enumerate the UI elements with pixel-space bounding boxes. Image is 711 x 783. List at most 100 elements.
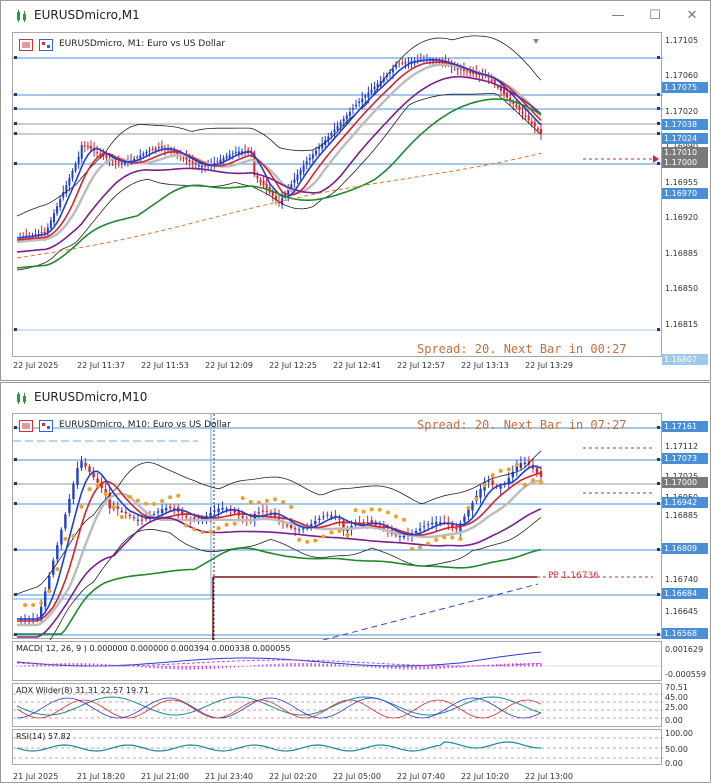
m1-candle <box>536 128 539 130</box>
chart-properties-icon[interactable] <box>19 420 33 432</box>
time-axis-label: 22 Jul 05:00 <box>333 772 381 781</box>
level-handle[interactable] <box>657 93 660 96</box>
m1-candle <box>265 183 268 189</box>
level-handle[interactable] <box>657 458 660 461</box>
level-handle[interactable] <box>657 502 660 505</box>
window-titlebar[interactable]: EURUSDmicro,M1 — ☐ ✕ <box>1 1 710 31</box>
price-level-tag[interactable]: 1.17000 <box>662 477 708 488</box>
parabolic-sar-dot <box>426 541 431 546</box>
level-handle[interactable] <box>14 426 17 429</box>
chart-candles-icon <box>17 392 26 404</box>
adx-label: ADX Wilder(8) 31.31 22.57 19.71 <box>16 686 149 695</box>
level-handle[interactable] <box>14 458 17 461</box>
chart-properties-icon[interactable] <box>19 39 33 51</box>
minimize-button[interactable]: — <box>607 6 629 26</box>
level-handle[interactable] <box>14 122 17 125</box>
price-chart-m10[interactable]: EURUSDmicro, M10: Euro vs US Dollar Spre… <box>12 413 663 640</box>
macd-histogram-bar <box>153 666 155 669</box>
level-handle[interactable] <box>14 93 17 96</box>
level-handle[interactable] <box>657 132 660 135</box>
parabolic-sar-dot <box>345 532 350 537</box>
price-level-tag[interactable]: 1.17161 <box>662 421 708 432</box>
indicator-scale-label: 0.00 <box>665 716 683 725</box>
parabolic-sar-dot <box>103 492 108 496</box>
level-handle[interactable] <box>14 162 17 165</box>
level-handle[interactable] <box>14 502 17 505</box>
m1-candle <box>89 146 92 149</box>
indicator-scale-label: 0.001629 <box>665 645 704 654</box>
parabolic-sar-dot <box>47 589 52 594</box>
price-chart-m1[interactable]: EURUSDmicro, M1: Euro vs US Dollar Sprea… <box>12 32 663 357</box>
price-level-tag[interactable]: 1.16684 <box>662 588 708 599</box>
level-handle[interactable] <box>657 56 660 59</box>
trend-line <box>322 583 539 640</box>
price-level-tag[interactable]: 1.16809 <box>662 543 708 554</box>
level-handle[interactable] <box>657 328 660 331</box>
maximize-button[interactable]: ☐ <box>644 6 666 26</box>
time-axis-label: 22 Jul 13:00 <box>525 772 573 781</box>
m1-candle <box>105 155 108 159</box>
window-titlebar[interactable]: EURUSDmicro,M10 <box>1 383 710 413</box>
m1-candle <box>540 129 542 133</box>
level-handle[interactable] <box>657 107 660 110</box>
parabolic-sar-dot <box>522 482 527 487</box>
level-handle[interactable] <box>14 593 17 596</box>
price-level-tag[interactable]: 1.16942 <box>662 497 708 508</box>
level-handle[interactable] <box>14 548 17 551</box>
price-level-tag[interactable]: 1.17038 <box>662 119 708 130</box>
time-axis-label: 22 Jul 12:09 <box>205 361 253 370</box>
price-level-tag[interactable]: 1.17073 <box>662 453 708 464</box>
level-handle[interactable] <box>657 633 660 636</box>
adx-panel[interactable]: ADX Wilder(8) 31.31 22.57 19.71 <box>12 683 663 727</box>
m1-candle <box>34 233 37 235</box>
calendar-icon[interactable] <box>39 39 53 51</box>
level-handle[interactable] <box>14 132 17 135</box>
price-level-tag[interactable]: 1.17075 <box>662 82 708 93</box>
price-level-tag[interactable]: 1.17000 <box>662 157 708 168</box>
chart-window-m1[interactable]: EURUSDmicro,M1 — ☐ ✕ EURUSDmicro, M1: Eu… <box>0 0 711 381</box>
price-level-tag[interactable]: 1.16970 <box>662 188 708 199</box>
macd-histogram-bar <box>229 666 232 668</box>
m10-candle <box>217 508 220 513</box>
macd-histogram-bar <box>423 666 425 670</box>
price-axis-label: 1.17060 <box>665 71 699 80</box>
level-handle[interactable] <box>657 162 660 165</box>
close-button[interactable]: ✕ <box>681 6 703 26</box>
level-handle[interactable] <box>14 107 17 110</box>
time-axis-label: 21 Jul 2025 <box>13 772 59 781</box>
level-handle[interactable] <box>657 122 660 125</box>
level-handle[interactable] <box>657 548 660 551</box>
level-handle[interactable] <box>657 482 660 485</box>
level-handle[interactable] <box>657 426 660 429</box>
price-level-tag[interactable]: 1.16807 <box>662 354 708 365</box>
level-handle[interactable] <box>14 482 17 485</box>
m1-candle <box>503 89 506 95</box>
chart-window-m10[interactable]: EURUSDmicro,M10 EURUSDmicro, M10: Euro v… <box>0 382 711 783</box>
macd-histogram-bar <box>415 666 417 670</box>
m1-candle <box>398 63 401 65</box>
calendar-icon[interactable] <box>39 420 53 432</box>
shift-marker-icon[interactable] <box>533 39 539 44</box>
rsi-panel[interactable]: RSI(14) 57.82 <box>12 729 663 765</box>
parabolic-sar-dot <box>530 478 535 483</box>
price-level-tag[interactable]: 1.16568 <box>662 628 708 639</box>
indicator-scale-label: 25.00 <box>665 703 688 712</box>
alert-arrow-icon[interactable] <box>653 155 659 163</box>
m1-candle <box>117 161 120 163</box>
parabolic-sar-dot <box>539 480 543 485</box>
macd-histogram-bar <box>209 666 212 669</box>
parabolic-sar-dot <box>168 495 173 500</box>
price-level-tag[interactable]: 1.17024 <box>662 133 708 144</box>
level-handle[interactable] <box>14 56 17 59</box>
parabolic-sar-dot <box>192 527 197 532</box>
level-handle[interactable] <box>14 633 17 636</box>
m10-candle <box>257 512 261 514</box>
m10-candle <box>265 511 269 513</box>
macd-histogram-bar <box>278 663 280 667</box>
m10-candle <box>140 519 144 521</box>
level-handle[interactable] <box>14 328 17 331</box>
m1-candle <box>342 118 345 122</box>
level-handle[interactable] <box>657 593 660 596</box>
parabolic-sar-dot <box>361 509 366 514</box>
macd-panel[interactable]: MACD( 12, 26, 9 ) 0.000000 0.000000 0.00… <box>12 641 663 681</box>
